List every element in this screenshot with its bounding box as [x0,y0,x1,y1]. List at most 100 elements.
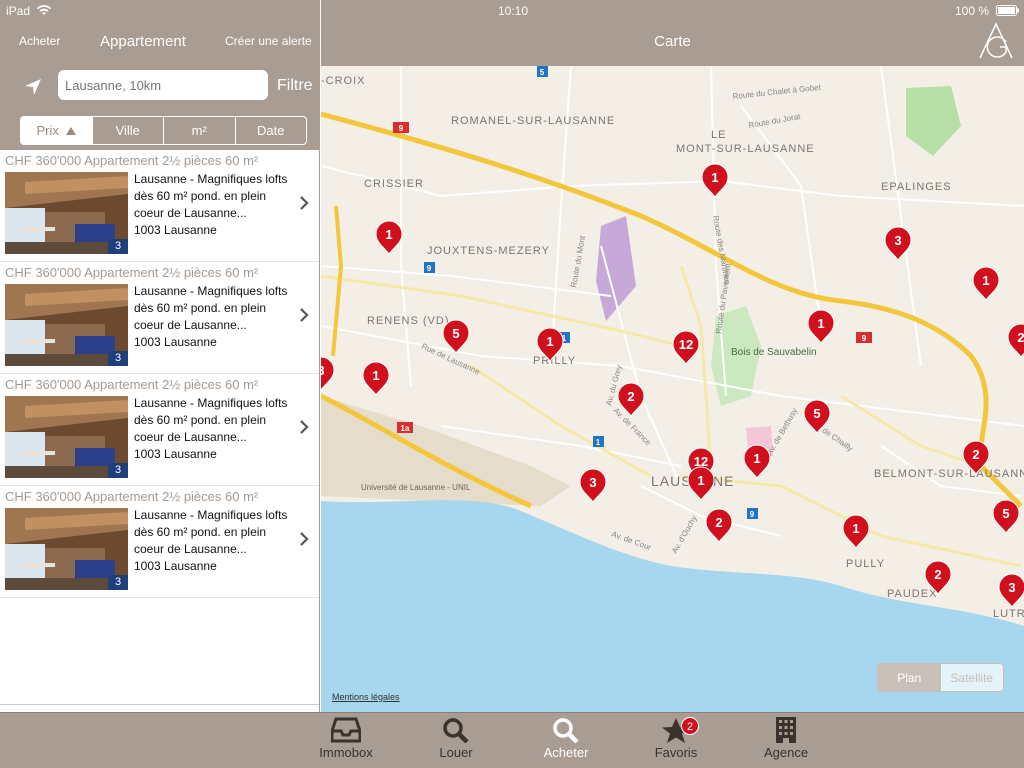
map-marker-count: 2 [627,389,634,404]
map-marker-count: 2 [972,447,979,462]
listing-title: Lausanne - Magnifiques lofts dès 60 m² p… [134,172,288,220]
map-marker-count: 1 [697,473,704,488]
map-marker-count: 1 [753,451,760,466]
tab-immobox[interactable]: Immobox [301,717,391,760]
create-alert-button[interactable]: Créer une alerte [225,34,312,48]
svg-text:EPALINGES: EPALINGES [881,181,952,193]
sort-control: Prix Ville m² Date [20,116,307,145]
map-marker-count: 3 [589,475,596,490]
tab-label: Immobox [319,745,373,760]
svg-text:9: 9 [862,334,867,343]
tab-agence[interactable]: Agence [741,717,831,760]
svg-text:9: 9 [399,124,404,133]
favorites-badge: 2 [681,717,699,735]
tab-acheter[interactable]: Acheter [521,717,611,760]
sort-date-label: Date [257,123,285,138]
tab-label: Agence [763,745,809,760]
listing-location: 1003 Lausanne [134,335,217,349]
map-canvas[interactable]: 9 9 9 9 1 1a 1 5 ROMANEL-SUR-LAUSANNE MO… [321,66,1024,712]
map-marker-count: 1 [852,521,859,536]
map-marker-count: 1 [385,227,392,242]
listing-photo: 3 [5,396,128,478]
map-view[interactable]: 9 9 9 9 1 1a 1 5 ROMANEL-SUR-LAUSANNE MO… [321,66,1024,712]
svg-text:9: 9 [427,264,432,273]
map-marker-count: 1 [372,368,379,383]
tab-bar: Immobox Louer Acheter Favoris 2 Agence [0,712,1024,768]
svg-text:PRILLY: PRILLY [533,355,576,367]
svg-text:BELMONT-SUR-LAUSANNE: BELMONT-SUR-LAUSANNE [874,468,1024,480]
battery-icon [996,5,1019,16]
search-input[interactable] [58,70,268,100]
listing-title: Lausanne - Magnifiques lofts dès 60 m² p… [134,396,288,444]
left-header: iPad Acheter Appartement Créer une alert… [0,0,319,150]
svg-text:CRISSIER: CRISSIER [364,178,424,190]
satellite-mode-button[interactable]: Satellite [941,664,1004,691]
listing-title: Lausanne - Magnifiques lofts dès 60 m² p… [134,508,288,556]
listing-price: CHF 360'000 Appartement 2½ pièces 60 m² [5,377,259,392]
map-marker-count: 1 [546,334,553,349]
chevron-right-icon [300,420,309,434]
sort-m2[interactable]: m² [164,117,236,144]
tab-favoris[interactable]: Favoris 2 [631,717,721,760]
ag-logo-icon[interactable] [976,20,1016,60]
sort-up-icon [66,126,77,135]
svg-text:PULLY: PULLY [846,558,885,570]
svg-text:Bois de Sauvabelin: Bois de Sauvabelin [731,347,817,358]
back-button[interactable]: Acheter [19,34,60,48]
map-marker-count: 5 [452,326,459,341]
sort-ville-label: Ville [115,123,140,138]
clock: 10:10 [498,4,529,18]
listing-item[interactable]: CHF 360'000 Appartement 2½ pièces 60 m² … [0,374,319,486]
listing-price: CHF 360'000 Appartement 2½ pièces 60 m² [5,489,259,504]
listing-item[interactable]: CHF 360'000 Appartement 2½ pièces 60 m² … [0,486,319,598]
map-mode-control: Plan Satellite [877,663,1004,692]
tab-label: Favoris [654,745,698,760]
page-title: Appartement [100,33,186,50]
map-marker-count: 12 [679,337,693,352]
listing-item[interactable]: CHF 360'000 Appartement 2½ pièces 60 m² … [0,150,319,262]
svg-text:-CROIX: -CROIX [321,75,366,87]
map-marker-count: 2 [934,567,941,582]
left-navbar: Acheter Appartement Créer une alerte [0,0,319,66]
legal-link[interactable]: Mentions légales [332,692,400,702]
svg-text:5: 5 [540,68,545,77]
photo-count: 3 [108,575,128,590]
plan-mode-button[interactable]: Plan [878,664,941,691]
svg-text:JOUXTENS-MEZERY: JOUXTENS-MEZERY [427,245,550,257]
map-marker-count: 2 [715,515,722,530]
tab-label: Acheter [543,745,589,760]
listing-location: 1003 Lausanne [134,559,217,573]
svg-text:1a: 1a [401,424,410,433]
listing-pane: iPad Acheter Appartement Créer une alert… [0,0,320,712]
svg-text:Université de Lausanne - UNIL: Université de Lausanne - UNIL [361,483,471,492]
map-marker-count: 3 [894,233,901,248]
sort-prix-label: Prix [36,123,59,138]
tab-label: Louer [439,745,473,760]
map-marker-count: 1 [982,273,989,288]
listing-location: 1003 Lausanne [134,447,217,461]
map-marker-count: 1 [711,170,718,185]
tab-louer[interactable]: Louer [411,717,501,760]
map-marker-count: 2 [1017,330,1024,345]
svg-text:RENENS (VD): RENENS (VD) [367,315,450,327]
sort-date[interactable]: Date [236,117,307,144]
svg-text:1: 1 [596,438,601,447]
building-icon [776,717,796,743]
map-title: Carte [654,33,691,50]
filter-button[interactable]: Filtre [277,77,313,95]
listing-title: Lausanne - Magnifiques lofts dès 60 m² p… [134,284,288,332]
chevron-right-icon [300,308,309,322]
photo-count: 3 [108,463,128,478]
sort-prix[interactable]: Prix [21,117,93,144]
sort-ville[interactable]: Ville [93,117,164,144]
listing-price: CHF 360'000 Appartement 2½ pièces 60 m² [5,153,259,168]
inbox-icon [331,717,361,743]
location-arrow-icon[interactable] [22,76,44,98]
svg-text:LE: LE [711,129,726,141]
listing-item[interactable]: CHF 360'000 Appartement 2½ pièces 60 m² … [0,262,319,374]
photo-count: 3 [108,239,128,254]
svg-text:MONT-SUR-LAUSANNE: MONT-SUR-LAUSANNE [676,143,815,155]
svg-text:9: 9 [750,510,755,519]
map-marker-count: 1 [817,316,824,331]
chevron-right-icon [300,196,309,210]
